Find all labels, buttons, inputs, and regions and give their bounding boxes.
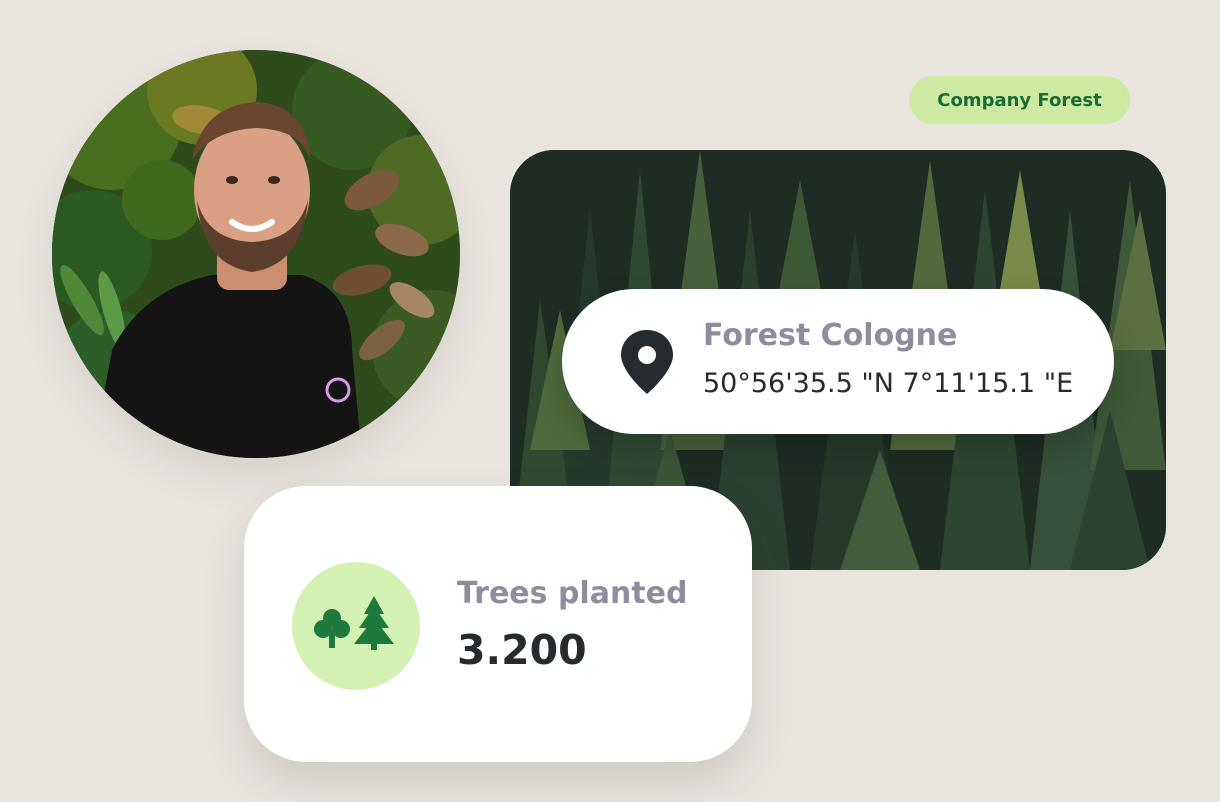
person-photo xyxy=(52,50,460,458)
company-forest-badge: Company Forest xyxy=(909,76,1130,124)
badge-label: Company Forest xyxy=(937,89,1102,111)
trees-icon xyxy=(314,596,394,650)
trees-planted-label: Trees planted xyxy=(457,576,688,611)
location-coordinates: 50°56'35.5 "N 7°11'15.1 "E xyxy=(703,368,1074,399)
trees-planted-value: 3.200 xyxy=(457,626,587,674)
map-pin-icon xyxy=(621,330,673,394)
location-title: Forest Cologne xyxy=(703,318,958,353)
